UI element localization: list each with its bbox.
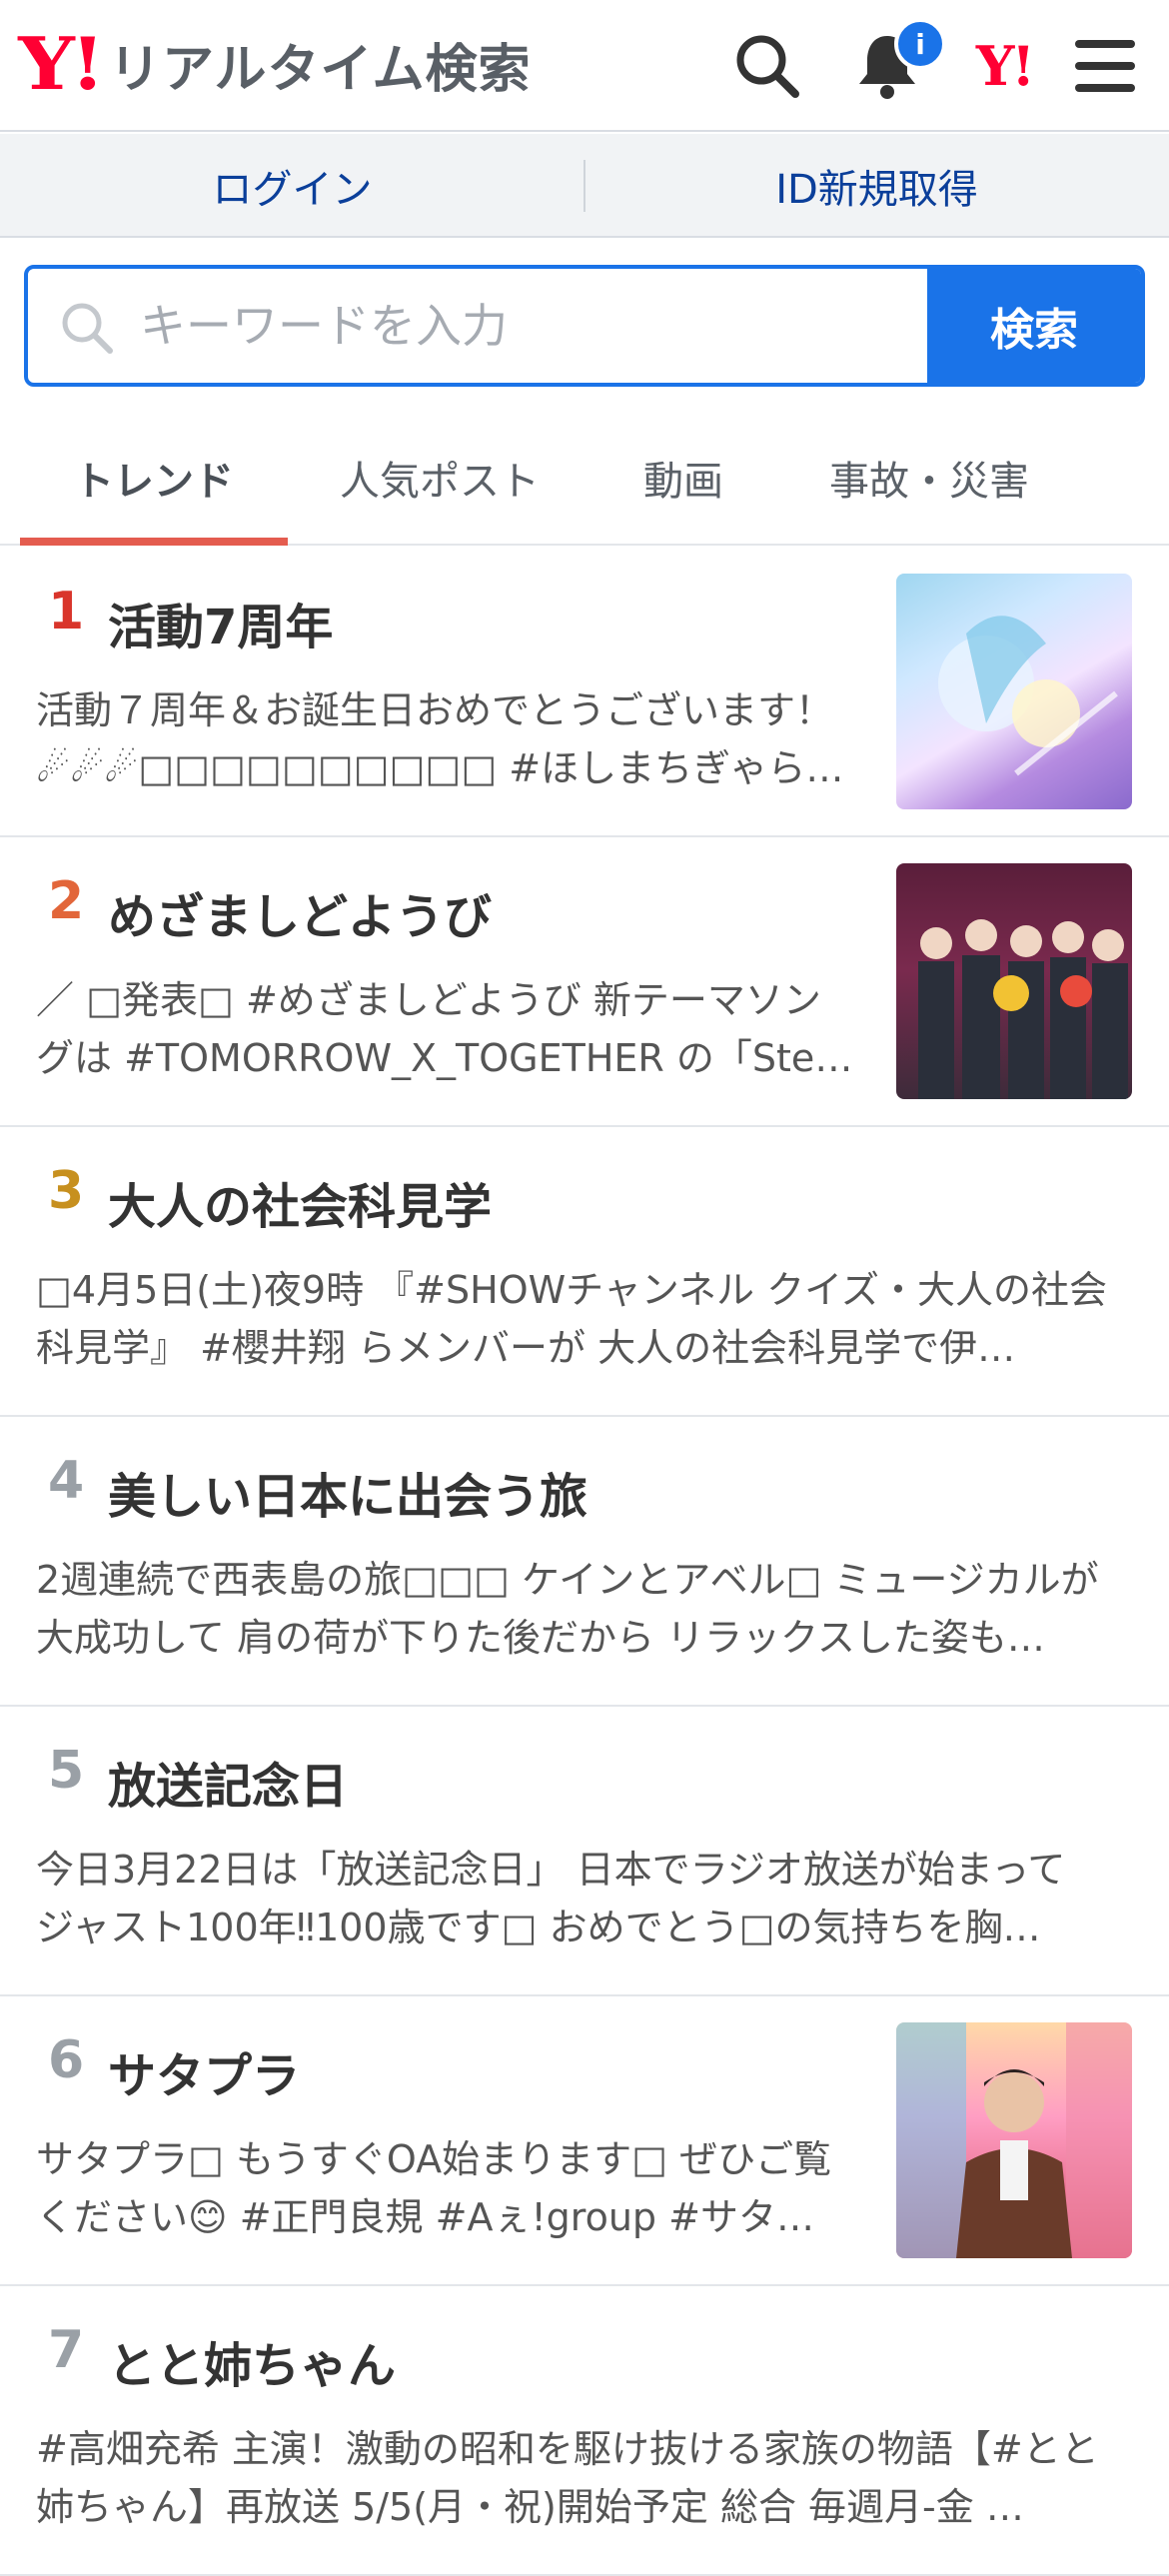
tab-popular-posts[interactable]: 人気ポスト bbox=[310, 410, 570, 546]
tab-trend[interactable]: トレンド bbox=[20, 410, 288, 546]
list-item[interactable]: 1 活動7周年 活動７周年＆お誕生日おめでとうございます！ ☄☄☄□□□□□□□… bbox=[0, 548, 1169, 837]
trend-description: 2週連続で西表島の旅□□□ ケインとアベル□ ミュージカルが大成功して 肩の荷が… bbox=[36, 1558, 1099, 1660]
yahoo-logo[interactable]: Y! リアルタイム検索 bbox=[18, 28, 532, 100]
trend-description: サタプラ□ もうすぐOA始まります□ ぜひご覧ください😊 #正門良規 #Aぇ!g… bbox=[36, 2137, 832, 2239]
search-button[interactable]: 検索 bbox=[927, 269, 1141, 383]
trend-title[interactable]: 活動7周年 bbox=[108, 588, 333, 657]
app-header: Y! リアルタイム検索 i Y! bbox=[0, 0, 1169, 132]
trend-thumbnail[interactable] bbox=[896, 574, 1132, 809]
login-link[interactable]: ログイン bbox=[0, 134, 584, 238]
logo-mark: Y! bbox=[18, 21, 105, 106]
rank-number: 6 bbox=[48, 2030, 85, 2090]
trend-description: #高畑充希 主演！激動の昭和を駆け抜ける家族の物語【#とと姉ちゃん】再放送 5/… bbox=[36, 2427, 1099, 2529]
trend-description: 活動７周年＆お誕生日おめでとうございます！ ☄☄☄□□□□□□□□□□ #ほしま… bbox=[36, 688, 844, 790]
search-input[interactable] bbox=[140, 269, 939, 383]
rank-number: 2 bbox=[48, 871, 85, 931]
category-tabs: トレンド 人気ポスト 動画 事故・災害 bbox=[0, 410, 1169, 546]
trend-thumbnail[interactable] bbox=[896, 2022, 1132, 2258]
trend-title[interactable]: サタプラ bbox=[108, 2036, 300, 2106]
list-item[interactable]: 4 美しい日本に出会う旅 2週連続で西表島の旅□□□ ケインとアベル□ ミュージ… bbox=[0, 1417, 1169, 1707]
page-title: リアルタイム検索 bbox=[109, 39, 532, 100]
rank-number: 3 bbox=[48, 1161, 85, 1221]
trend-thumbnail[interactable] bbox=[896, 863, 1132, 1099]
list-item[interactable]: 2 めざましどようび ／ □発表□ #めざましどようび 新テーマソングは #TO… bbox=[0, 837, 1169, 1127]
trend-title[interactable]: とと姉ちゃん bbox=[108, 2326, 396, 2396]
tab-videos[interactable]: 動画 bbox=[599, 410, 767, 546]
trend-title[interactable]: 大人の社会科見学 bbox=[108, 1167, 492, 1237]
account-bar: ログイン ID新規取得 bbox=[0, 134, 1169, 238]
search-bar: 検索 bbox=[24, 265, 1145, 387]
rank-number: 4 bbox=[48, 1451, 85, 1511]
trend-description: ／ □発表□ #めざましどようび 新テーマソングは #TOMORROW_X_TO… bbox=[36, 978, 853, 1080]
list-item[interactable]: 7 とと姉ちゃん #高畑充希 主演！激動の昭和を駆け抜ける家族の物語【#とと姉ち… bbox=[0, 2286, 1169, 2576]
search-icon[interactable] bbox=[729, 28, 805, 104]
rank-number: 1 bbox=[48, 582, 85, 642]
rank-number: 7 bbox=[48, 2320, 85, 2380]
active-tab-indicator bbox=[20, 538, 288, 546]
list-item[interactable]: 6 サタプラ サタプラ□ もうすぐOA始まります□ ぜひご覧ください😊 #正門良… bbox=[0, 1996, 1169, 2286]
trend-title[interactable]: 美しい日本に出会う旅 bbox=[108, 1457, 587, 1527]
rank-number: 5 bbox=[48, 1741, 85, 1801]
yahoo-japan-icon[interactable]: Y! bbox=[964, 34, 1044, 98]
trend-description: 今日3月22日は「放送記念日」 日本でラジオ放送が始まって ジャスト100年‼1… bbox=[36, 1848, 1066, 1949]
trend-description: □4月5日(土)夜9時 『#SHOWチャンネル クイズ・大人の社会科見学』 #櫻… bbox=[36, 1268, 1107, 1370]
menu-icon[interactable] bbox=[1067, 28, 1143, 104]
tab-accidents-disasters[interactable]: 事故・災害 bbox=[799, 410, 1059, 546]
trend-title[interactable]: めざましどようび bbox=[108, 877, 492, 947]
list-item[interactable]: 3 大人の社会科見学 □4月5日(土)夜9時 『#SHOWチャンネル クイズ・大… bbox=[0, 1127, 1169, 1417]
signup-link[interactable]: ID新規取得 bbox=[584, 134, 1169, 238]
search-icon bbox=[62, 303, 113, 354]
list-item[interactable]: 5 放送記念日 今日3月22日は「放送記念日」 日本でラジオ放送が始まって ジャ… bbox=[0, 1707, 1169, 1996]
notification-badge: i bbox=[894, 18, 946, 70]
trend-title[interactable]: 放送記念日 bbox=[108, 1747, 348, 1817]
trend-list: 1 活動7周年 活動７周年＆お誕生日おめでとうございます！ ☄☄☄□□□□□□□… bbox=[0, 548, 1169, 2576]
